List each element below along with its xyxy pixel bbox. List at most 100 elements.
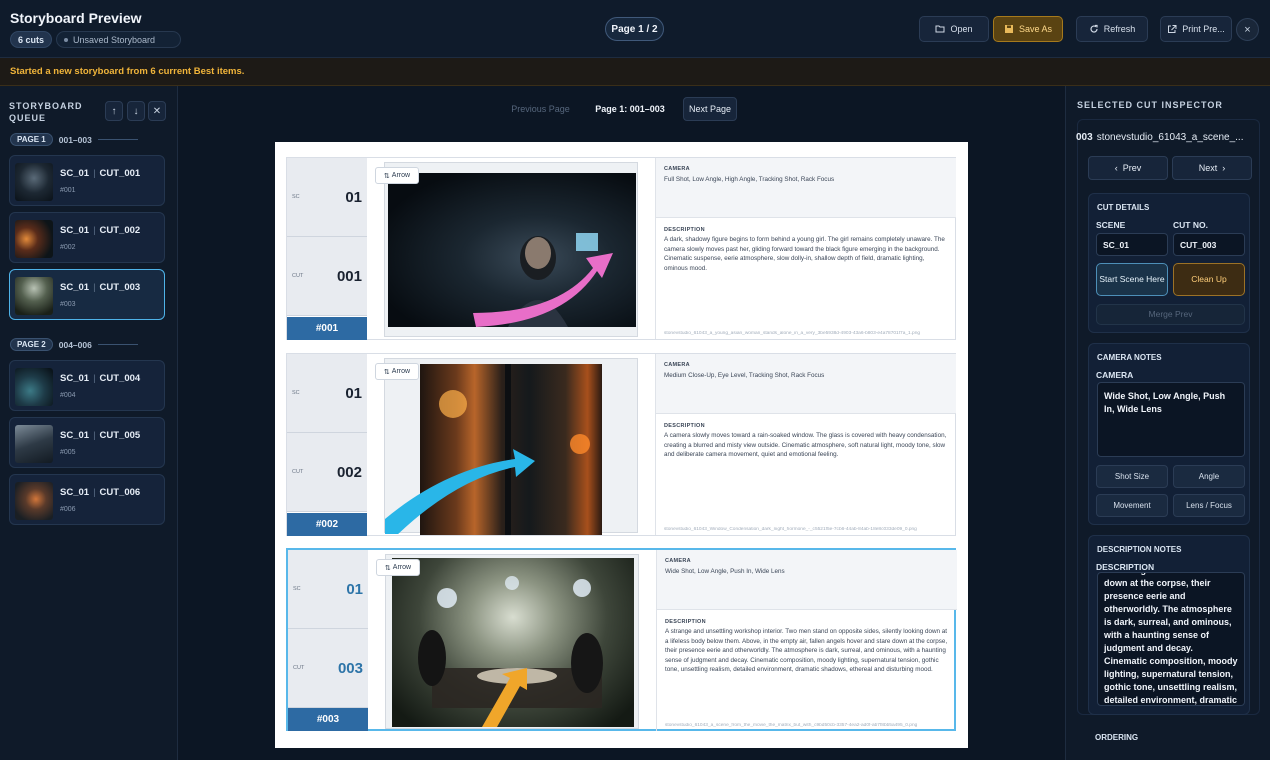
cut-details-title: CUT DETAILS bbox=[1097, 203, 1150, 212]
page-range: 001–003 bbox=[58, 134, 92, 145]
sc-label: SC bbox=[292, 194, 300, 200]
description-title: DESCRIPTION bbox=[664, 423, 705, 429]
scene-id: SC_01 bbox=[60, 487, 90, 498]
scene-cut-box: SC 01 CUT 003 bbox=[288, 550, 368, 708]
arrow-tag-button[interactable]: ⇅ Arrow bbox=[376, 559, 420, 576]
inspector-header: 003 stonevstudio_61043_a_scene_... bbox=[1076, 132, 1246, 143]
file-name: stonevstudio_61043_a_young_asian_woman_s… bbox=[664, 331, 921, 336]
storyboard-sheet: SC01 SCCUT001 #001 ⇅Arrow CAMERAFull bbox=[275, 142, 968, 748]
next-page-button[interactable]: Next Page bbox=[683, 97, 737, 121]
arrow-icon: ⇅ bbox=[384, 564, 391, 572]
separator: | bbox=[93, 282, 96, 293]
chevron-left-icon: ‹ bbox=[1114, 163, 1118, 173]
cut-info-panel: CAMERA Full Shot, Low Angle, High Angle, … bbox=[655, 158, 956, 339]
arrow-tag-label: Arrow bbox=[391, 368, 411, 375]
scene-cell: SC 01 bbox=[287, 158, 367, 237]
scene-input[interactable]: SC_01 bbox=[1096, 233, 1168, 256]
description-text: A strange and unsettling workshop interi… bbox=[665, 628, 948, 674]
camera-title: CAMERA bbox=[664, 166, 690, 172]
selected-cut-filename: stonevstudio_61043_a_scene_... bbox=[1096, 132, 1244, 143]
storyboard-queue-panel: STORYBOARD QUEUE ↑ ↓ ✕ PAGE 1 001–003 SC… bbox=[0, 86, 178, 760]
cut-number: #004 bbox=[60, 392, 76, 399]
save-as-label: Save As bbox=[1018, 24, 1053, 34]
frame-image bbox=[388, 173, 636, 327]
description-section: DESCRIPTION A camera slowly moves toward … bbox=[656, 415, 956, 523]
refresh-label: Refresh bbox=[1103, 24, 1136, 34]
description-section: DESCRIPTION A strange and unsettling work… bbox=[657, 611, 957, 719]
notification-banner: Started a new storyboard from 6 current … bbox=[0, 58, 1270, 86]
queue-item-cut-005[interactable]: SC_01 | CUT_005 #005 bbox=[9, 417, 165, 468]
scene-number: 01 bbox=[345, 385, 362, 402]
open-label: Open bbox=[950, 24, 973, 34]
clean-up-button[interactable]: Clean Up bbox=[1173, 263, 1245, 296]
description-textarea[interactable]: fallen angels hover and stare down at th… bbox=[1097, 572, 1245, 706]
prev-cut-button[interactable]: ‹ Prev bbox=[1088, 156, 1168, 180]
cut-label: CUT bbox=[292, 469, 304, 475]
cut-id: CUT_003 bbox=[99, 282, 141, 293]
cut-no-input[interactable]: CUT_003 bbox=[1173, 233, 1245, 256]
storyboard-row-001[interactable]: SC01 SCCUT001 #001 ⇅Arrow CAMERAFull bbox=[286, 157, 956, 340]
arrow-icon: ⇅ bbox=[383, 368, 390, 376]
camera-text: Full Shot, Low Angle, High Angle, Tracki… bbox=[664, 176, 835, 183]
angle-button[interactable]: Angle bbox=[1173, 465, 1245, 488]
unsaved-status-text: Unsaved Storyboard bbox=[73, 34, 156, 45]
move-up-button[interactable]: ↑ bbox=[105, 101, 123, 121]
queue-item-cut-001[interactable]: SC_01 | CUT_001 #001 bbox=[9, 155, 165, 206]
cut-no-label: CUT NO. bbox=[1173, 220, 1208, 230]
arrow-tag-button[interactable]: ⇅ Arrow bbox=[375, 167, 419, 184]
camera-text: Wide Shot, Low Angle, Push In, Wide Lens bbox=[665, 568, 785, 575]
separator: | bbox=[93, 225, 96, 236]
cut-details-panel: CUT DETAILS SCENE CUT NO. SC_01 CUT_003 … bbox=[1088, 193, 1250, 333]
lens-focus-button[interactable]: Lens / Focus bbox=[1173, 494, 1245, 517]
queue-item-cut-006[interactable]: SC_01 | CUT_006 #006 bbox=[9, 474, 165, 525]
scene-number: 01 bbox=[345, 189, 362, 206]
description-text: A dark, shadowy figure begins to form be… bbox=[664, 236, 945, 272]
camera-notes-title: CAMERA NOTES bbox=[1097, 353, 1162, 362]
start-scene-here-button[interactable]: Start Scene Here bbox=[1096, 263, 1168, 296]
queue-item-cut-003[interactable]: SC_01 | CUT_003 #003 bbox=[9, 269, 165, 320]
frame-illustration bbox=[473, 233, 613, 327]
remove-button[interactable]: ✕ bbox=[148, 101, 166, 121]
next-cut-button[interactable]: Next › bbox=[1172, 156, 1252, 180]
open-button[interactable]: Open bbox=[919, 16, 989, 42]
queue-item-cut-004[interactable]: SC_01 | CUT_004 #004 bbox=[9, 360, 165, 411]
folder-icon bbox=[935, 25, 945, 33]
queue-item-label: SC_01 | CUT_002 bbox=[60, 225, 140, 236]
thumbnail bbox=[15, 277, 53, 315]
save-as-button[interactable]: Save As bbox=[993, 16, 1063, 42]
top-bar: Storyboard Preview 6 cuts Unsaved Storyb… bbox=[0, 0, 1270, 58]
move-down-button[interactable]: ↓ bbox=[127, 101, 145, 121]
print-preview-button[interactable]: Print Pre... bbox=[1160, 16, 1232, 42]
storyboard-row-002[interactable]: SC 01 CUT 002 #002 ⇅ Arrow CAMERA Medium… bbox=[286, 353, 956, 536]
movement-button[interactable]: Movement bbox=[1096, 494, 1168, 517]
separator: | bbox=[93, 487, 96, 498]
frame-image bbox=[392, 558, 634, 727]
arrow-down-icon: ↓ bbox=[133, 105, 139, 117]
camera-section: CAMERA Medium Close-Up, Eye Level, Tracki… bbox=[656, 354, 956, 414]
camera-textarea[interactable]: Wide Shot, Low Angle, Push In, Wide Lens bbox=[1097, 382, 1245, 457]
scene-id: SC_01 bbox=[60, 225, 90, 236]
cut-number: #006 bbox=[60, 506, 76, 513]
cut-label: CUT bbox=[293, 665, 305, 671]
separator: | bbox=[93, 168, 96, 179]
queue-item-cut-002[interactable]: SC_01 | CUT_002 #002 bbox=[9, 212, 165, 263]
cut-id-bar: #002 bbox=[287, 513, 367, 536]
cut-id-bar: #003 bbox=[288, 708, 368, 731]
close-icon: ✕ bbox=[152, 105, 162, 117]
scene-label: SCENE bbox=[1096, 220, 1126, 230]
unsaved-status-chip: Unsaved Storyboard bbox=[56, 31, 181, 48]
close-button[interactable]: × bbox=[1236, 18, 1259, 41]
storyboard-row-003[interactable]: SC 01 CUT 003 #003 ⇅ Arrow CAMERA Wide S… bbox=[286, 548, 957, 731]
cut-inspector-panel: SELECTED CUT INSPECTOR 003 stonevstudio_6… bbox=[1065, 86, 1270, 760]
shot-size-button[interactable]: Shot Size bbox=[1096, 465, 1168, 488]
cut-cell: SCCUT001 bbox=[287, 237, 367, 316]
page-group-1: PAGE 1 001–003 bbox=[10, 132, 138, 147]
refresh-button[interactable]: Refresh bbox=[1076, 16, 1148, 42]
camera-section: CAMERA Wide Shot, Low Angle, Push In, Wid… bbox=[657, 550, 957, 610]
merge-prev-button[interactable]: Merge Prev bbox=[1096, 304, 1245, 325]
arrow-tag-button[interactable]: ⇅ Arrow bbox=[375, 363, 419, 380]
description-section: DESCRIPTION A dark, shadowy figure begins… bbox=[656, 219, 956, 327]
description-label: DESCRIPTION bbox=[1096, 562, 1155, 572]
scene-cut-box: SC 01 CUT 002 bbox=[287, 354, 367, 512]
previous-page-button[interactable]: Previous Page bbox=[508, 97, 573, 121]
